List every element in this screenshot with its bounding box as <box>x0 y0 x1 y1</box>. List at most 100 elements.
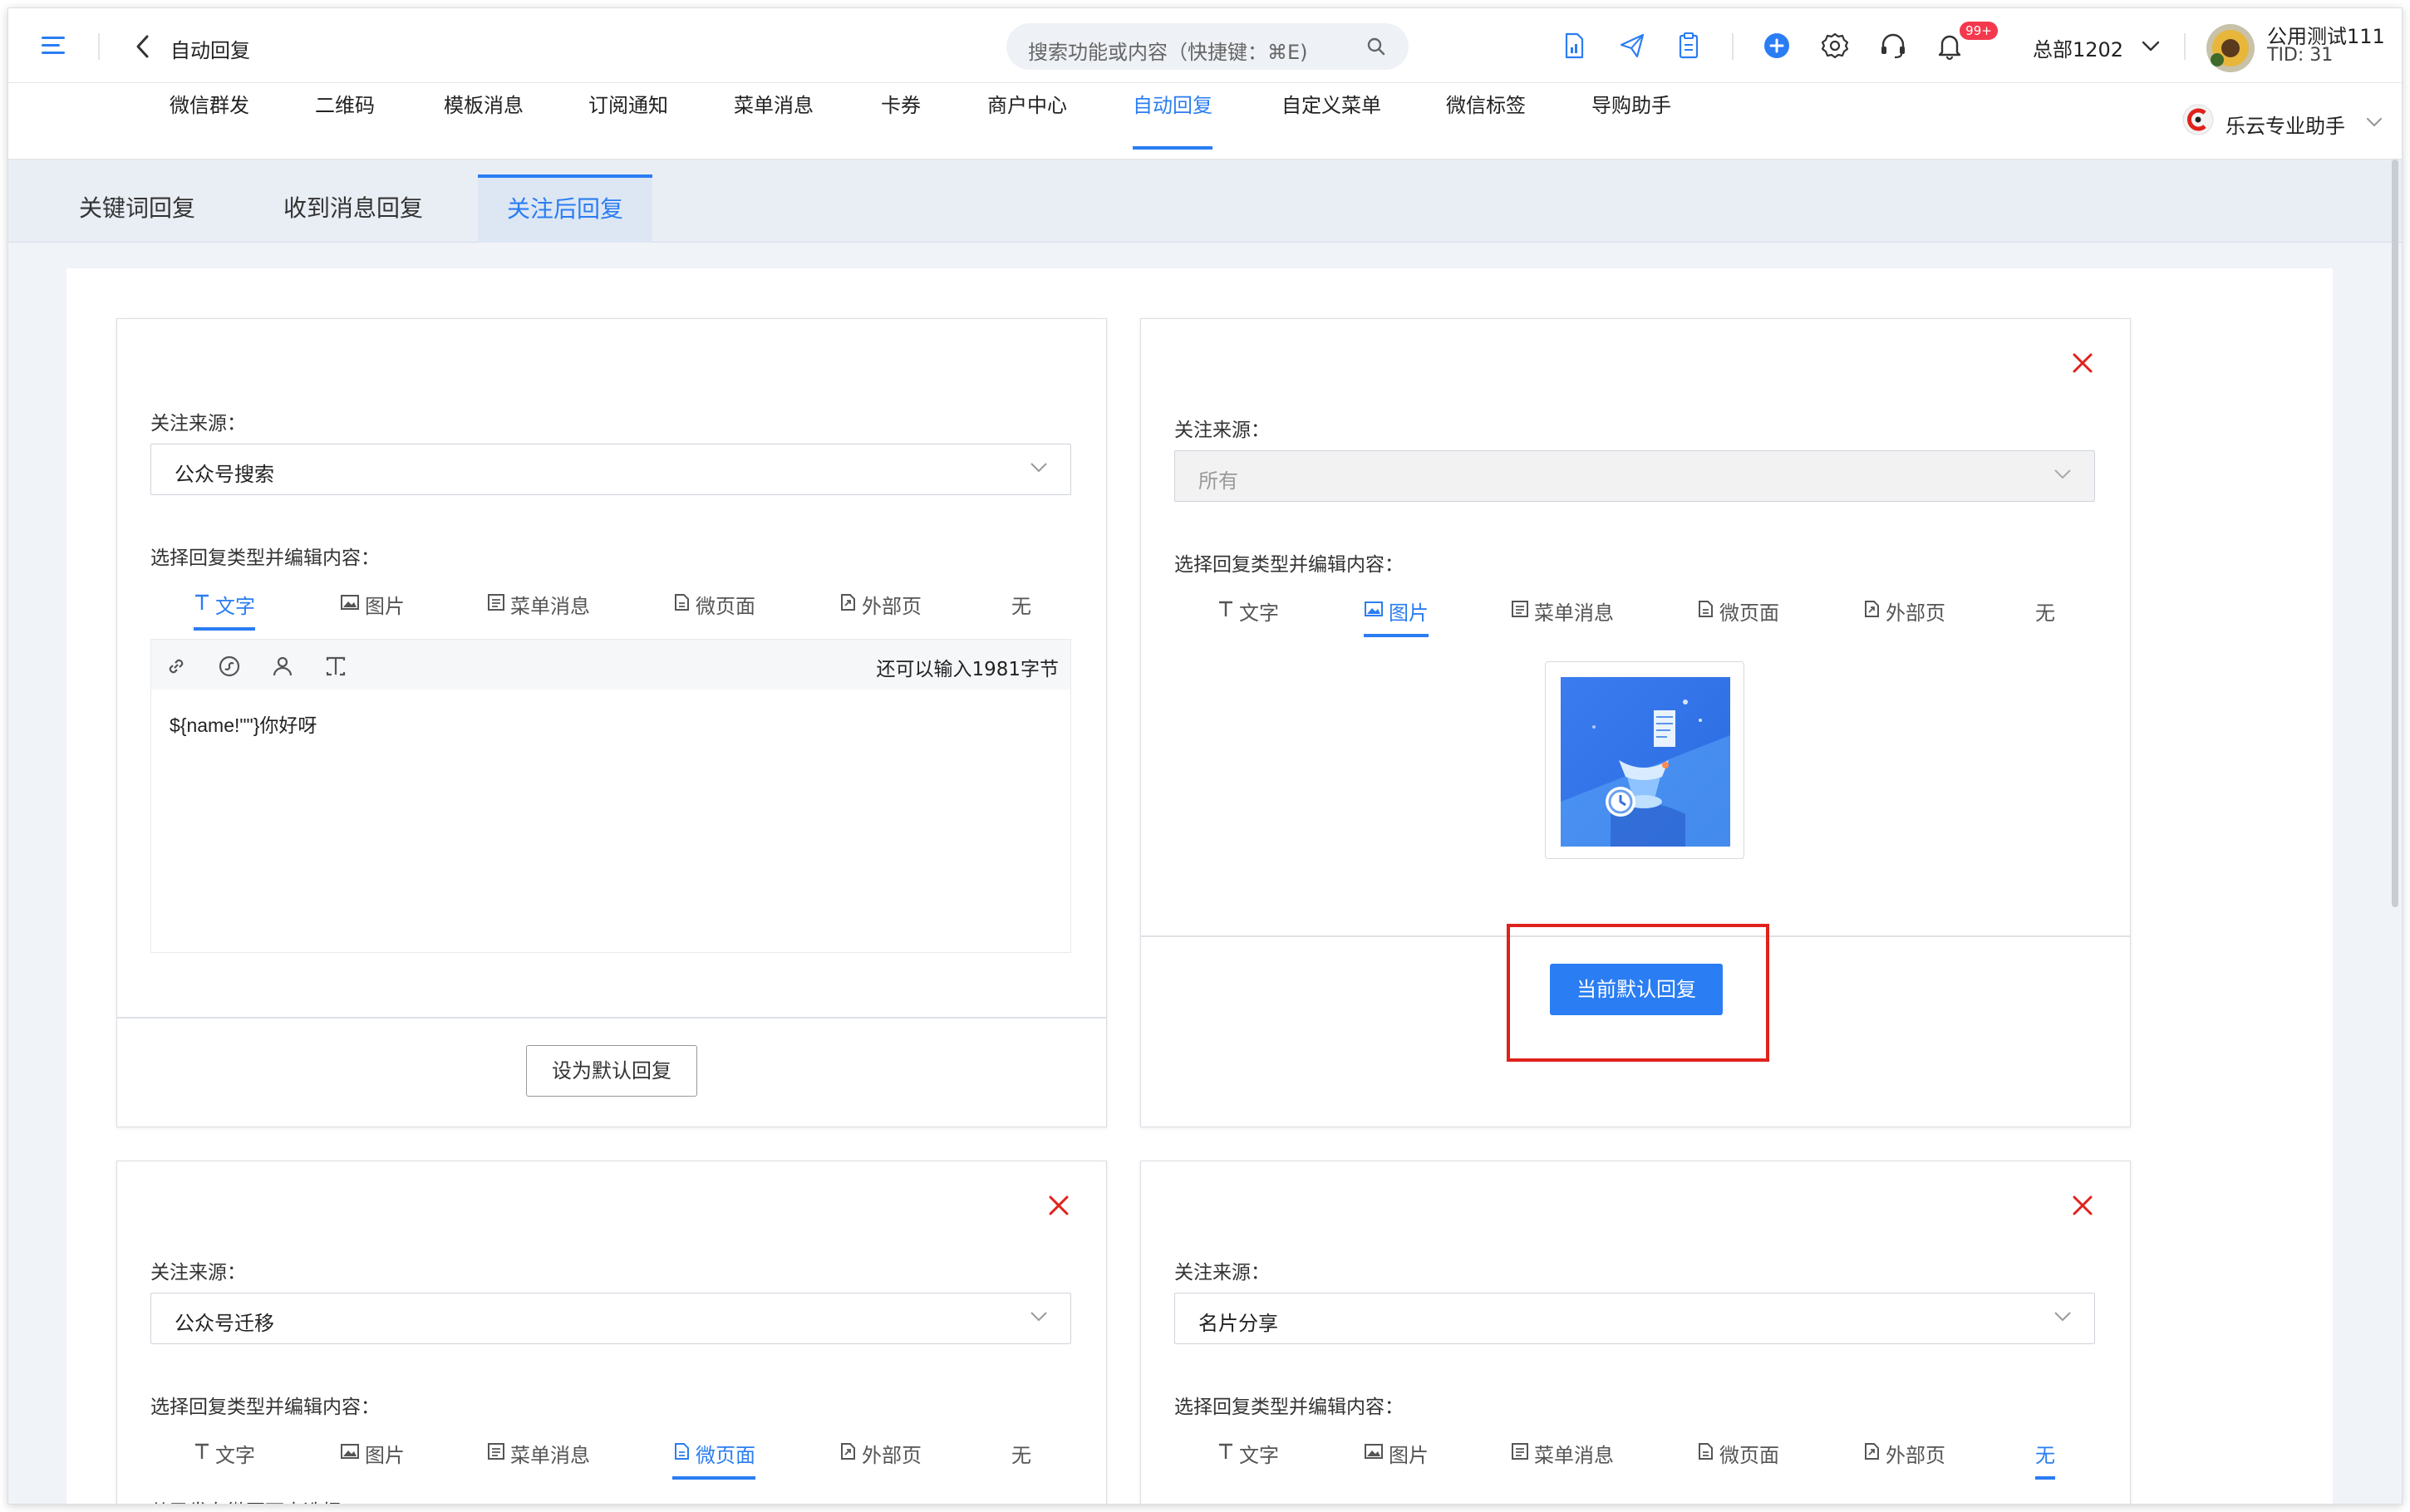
add-circle-icon[interactable] <box>1762 31 1792 61</box>
mini-program-icon[interactable] <box>218 655 241 678</box>
image-icon <box>1365 1444 1383 1459</box>
reply-type-label: 选择回复类型并编辑内容： <box>150 547 380 569</box>
user-icon[interactable] <box>271 655 294 678</box>
reply-type-menu-message[interactable]: 菜单消息 <box>487 1439 590 1480</box>
reply-type-micropage[interactable]: 微页面 <box>672 590 755 631</box>
nav-item-subscription-notice[interactable]: 订阅通知 <box>588 83 668 160</box>
reply-type-image[interactable]: 图片 <box>1364 596 1429 638</box>
reply-type-text[interactable]: 文字 <box>1217 1439 1279 1480</box>
send-icon[interactable] <box>1617 31 1647 61</box>
source-select[interactable]: 公众号迁移 <box>150 1293 1071 1344</box>
micropage-picker-text[interactable]: 从已发布微页面中选择 <box>150 1495 342 1504</box>
delete-x-icon[interactable] <box>2070 1193 2095 1218</box>
reply-type-menu-message[interactable]: 菜单消息 <box>1511 1439 1614 1480</box>
clipboard-icon[interactable] <box>1674 31 1704 61</box>
reply-type-image[interactable]: 图片 <box>340 1439 405 1480</box>
nav-item-merchant-center[interactable]: 商户中心 <box>987 83 1067 160</box>
reply-type-menu-message[interactable]: 菜单消息 <box>487 590 590 631</box>
source-value: 所有 <box>1198 469 1238 493</box>
page-icon <box>675 594 689 611</box>
main-nav: 微信群发 二维码 模板消息 订阅通知 菜单消息 卡券 商户中心 自动回复 自定义… <box>8 83 2402 160</box>
reply-type-text[interactable]: 文字 <box>194 590 255 631</box>
reply-type-micropage[interactable]: 微页面 <box>1696 1439 1779 1480</box>
illustration-image <box>1561 677 1730 847</box>
reply-type-external-page[interactable]: 外部页 <box>1862 596 1945 638</box>
list-icon <box>488 594 504 611</box>
image-preview[interactable] <box>1545 661 1744 859</box>
source-select[interactable]: 公众号搜索 <box>150 444 1071 495</box>
reply-type-image[interactable]: 图片 <box>340 590 405 631</box>
search-input[interactable]: 搜索功能或内容（快捷键：⌘E) <box>1006 23 1409 70</box>
menu-icon[interactable] <box>42 35 70 56</box>
char-remaining: 还可以输入1981字节 <box>876 659 1059 680</box>
reply-type-none[interactable]: 无 <box>2035 1439 2055 1480</box>
nav-item-auto-reply[interactable]: 自动回复 <box>1133 83 1212 160</box>
avatar[interactable] <box>2206 23 2255 73</box>
source-select: 所有 <box>1174 450 2095 502</box>
reply-type-external-page[interactable]: 外部页 <box>839 1439 922 1480</box>
current-default-button[interactable]: 当前默认回复 <box>1550 964 1723 1015</box>
reply-type-micropage[interactable]: 微页面 <box>1696 596 1779 638</box>
headset-icon[interactable] <box>1878 31 1908 61</box>
editor-content[interactable]: ${name!""}你好呀 <box>170 709 317 738</box>
page-icon <box>675 1443 689 1460</box>
source-label: 关注来源： <box>1174 1262 1270 1284</box>
delete-x-icon[interactable] <box>2070 351 2095 376</box>
reply-type-micropage[interactable]: 微页面 <box>672 1439 755 1480</box>
external-page-icon <box>1865 601 1879 617</box>
document-chart-icon[interactable] <box>1559 31 1589 61</box>
reply-type-text[interactable]: 文字 <box>1217 596 1279 638</box>
page-icon <box>1699 601 1713 617</box>
reply-type-menu-message[interactable]: 菜单消息 <box>1511 596 1614 638</box>
external-page-icon <box>841 594 855 611</box>
org-selector[interactable]: 总部1202 <box>2033 33 2123 62</box>
chevron-down-icon[interactable] <box>2365 116 2383 128</box>
list-icon <box>1512 1443 1528 1460</box>
nav-item-shopping-guide[interactable]: 导购助手 <box>1591 83 1671 160</box>
image-icon <box>1365 601 1383 616</box>
nav-item-wechat-tags[interactable]: 微信标签 <box>1446 83 1526 160</box>
search-icon[interactable] <box>1365 36 1387 57</box>
reply-type-none[interactable]: 无 <box>1011 590 1031 631</box>
text-editor[interactable]: 还可以输入1981字节 ${name!""}你好呀 <box>150 639 1071 953</box>
chevron-down-icon <box>2054 469 2071 479</box>
tab-message-reply[interactable]: 收到消息回复 <box>258 174 449 243</box>
link-icon[interactable] <box>165 655 188 678</box>
reply-type-none[interactable]: 无 <box>1011 1439 1031 1480</box>
assistant-label[interactable]: 乐云专业助手 <box>2226 110 2345 139</box>
content-panel: 关注来源： 公众号搜索 选择回复类型并编辑内容： 文字 图片 菜单消息 微页面 <box>66 268 2333 1504</box>
tab-follow-reply[interactable]: 关注后回复 <box>478 174 652 243</box>
source-label: 关注来源： <box>1174 420 1270 441</box>
settings-gear-icon[interactable] <box>1820 31 1850 61</box>
reply-type-label: 选择回复类型并编辑内容： <box>1174 1397 1404 1418</box>
top-bar: 自动回复 搜索功能或内容（快捷键：⌘E) 99+ 总部1202 公用测试111 … <box>8 8 2402 83</box>
nav-item-wechat-broadcast[interactable]: 微信群发 <box>170 83 249 160</box>
reply-type-none[interactable]: 无 <box>2035 596 2055 638</box>
delete-x-icon[interactable] <box>1046 1193 1071 1218</box>
nav-item-custom-menu[interactable]: 自定义菜单 <box>1281 83 1381 160</box>
nav-item-menu-message[interactable]: 菜单消息 <box>734 83 814 160</box>
source-label: 关注来源： <box>150 1262 246 1284</box>
nav-item-coupon[interactable]: 卡券 <box>881 83 921 160</box>
nav-item-qrcode[interactable]: 二维码 <box>315 83 375 160</box>
variable-text-icon[interactable] <box>324 655 347 678</box>
nav-item-template-message[interactable]: 模板消息 <box>444 83 524 160</box>
back-arrow-icon[interactable] <box>133 34 153 59</box>
reply-type-external-page[interactable]: 外部页 <box>1862 1439 1945 1480</box>
set-default-button[interactable]: 设为默认回复 <box>526 1045 697 1097</box>
list-icon <box>488 1443 504 1460</box>
reply-type-text[interactable]: 文字 <box>194 1439 255 1480</box>
source-select[interactable]: 名片分享 <box>1174 1293 2095 1344</box>
notification-badge: 99+ <box>1960 22 1998 40</box>
chevron-down-icon <box>1030 463 1047 473</box>
image-icon <box>341 1444 359 1459</box>
divider <box>2184 33 2186 60</box>
chevron-down-icon[interactable] <box>2141 40 2161 53</box>
scrollbar[interactable] <box>2392 160 2398 907</box>
assistant-logo-icon[interactable] <box>2181 103 2215 136</box>
text-icon <box>1219 1443 1232 1459</box>
reply-type-image[interactable]: 图片 <box>1364 1439 1429 1480</box>
reply-type-external-page[interactable]: 外部页 <box>839 590 922 631</box>
tab-keyword-reply[interactable]: 关键词回复 <box>42 174 233 243</box>
search-placeholder: 搜索功能或内容（快捷键：⌘E) <box>1028 41 1308 64</box>
